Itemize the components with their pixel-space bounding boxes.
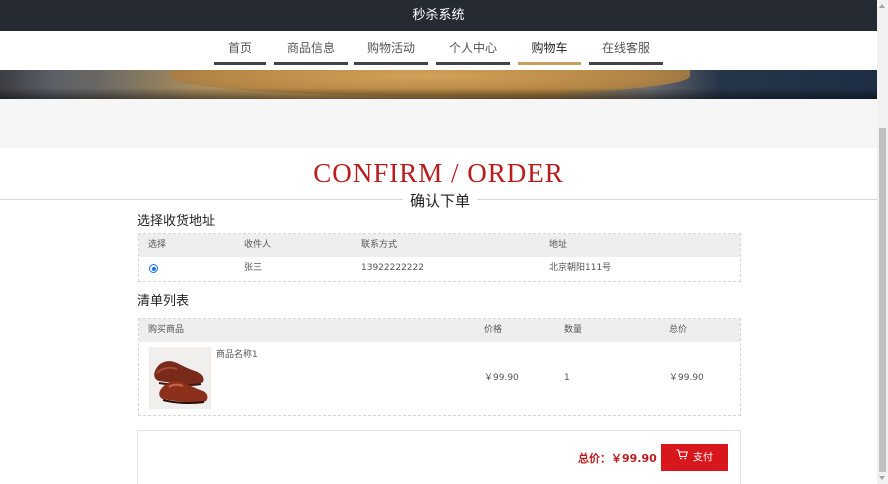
item-name: 商品名称1 (216, 350, 258, 360)
items-section-title: 清单列表 (137, 294, 190, 309)
total-price: 总价：￥99.90 (578, 450, 657, 466)
nav-item-home[interactable]: 首页 (214, 31, 266, 65)
nav-item-label: 个人中心 (448, 41, 497, 55)
pay-button-label: 支付 (693, 452, 713, 464)
top-title-bar: 秒杀系统 (0, 0, 877, 31)
site-title: 秒杀系统 (412, 8, 465, 23)
scroll-up-arrow-icon[interactable] (879, 4, 885, 8)
address-section-title: 选择收货地址 (137, 214, 216, 229)
col-total: 总价 (669, 325, 688, 335)
items-table: 购买商品 价格 数量 总价 商品名称1 ￥99.90 1 ￥99.90 (138, 318, 741, 416)
total-price-value: ￥99.90 (611, 452, 657, 465)
pay-button[interactable]: 支付 (661, 444, 728, 471)
recipient-address: 北京朝阳111号 (549, 263, 612, 273)
nav-item-customer-service[interactable]: 在线客服 (589, 31, 663, 65)
nav-underline (589, 62, 663, 65)
scroll-down-arrow-icon[interactable] (879, 476, 885, 480)
recipient-name: 张三 (244, 263, 263, 273)
nav-item-label: 商品信息 (286, 41, 335, 55)
address-table: 选择 收件人 联系方式 地址 张三 13922222222 北京朝阳111号 (138, 233, 741, 282)
nav-underline (436, 62, 510, 65)
col-quantity: 数量 (564, 325, 583, 335)
nav-underline (274, 62, 348, 65)
shoe-image[interactable] (149, 347, 211, 409)
cart-icon (676, 444, 688, 471)
page-scrollbar[interactable] (877, 0, 888, 484)
col-price: 价格 (484, 325, 503, 335)
nav-underline-active (518, 62, 581, 65)
nav-item-personal-center[interactable]: 个人中心 (436, 31, 510, 65)
banner-image (0, 70, 877, 99)
item-quantity: 1 (564, 373, 570, 383)
scrollbar-thumb[interactable] (879, 128, 886, 472)
items-table-header: 购买商品 价格 数量 总价 (139, 319, 740, 342)
hero-title: CONFIRM / ORDER (313, 158, 564, 188)
checkout-box: 总价：￥99.90 支付 (137, 430, 741, 484)
item-total: ￥99.90 (669, 373, 704, 383)
nav-item-label: 购物活动 (366, 41, 415, 55)
main-nav: 首页 商品信息 购物活动 个人中心 购物车 在线客服 (0, 31, 877, 70)
nav-item-products[interactable]: 商品信息 (274, 31, 348, 65)
recipient-phone: 13922222222 (361, 263, 424, 273)
col-phone: 联系方式 (361, 240, 398, 250)
total-price-label: 总价： (578, 452, 611, 465)
item-price: ￥99.90 (484, 373, 519, 383)
address-row[interactable]: 张三 13922222222 北京朝阳111号 (139, 257, 740, 281)
nav-item-label: 在线客服 (601, 41, 650, 55)
address-table-header: 选择 收件人 联系方式 地址 (139, 234, 740, 257)
banner-shade (0, 88, 877, 99)
col-select: 选择 (148, 240, 167, 250)
nav-item-cart[interactable]: 购物车 (518, 31, 581, 65)
nav-underline (354, 62, 428, 65)
nav-underline (214, 62, 266, 65)
col-product: 购买商品 (148, 325, 185, 335)
address-radio-selected[interactable] (149, 264, 158, 273)
nav-item-label: 首页 (227, 41, 252, 55)
col-address: 地址 (549, 240, 568, 250)
hero-subtitle: 确认下单 (403, 190, 478, 211)
nav-item-activities[interactable]: 购物活动 (354, 31, 428, 65)
col-recipient: 收件人 (244, 240, 272, 250)
item-row: 商品名称1 ￥99.90 1 ￥99.90 (139, 342, 740, 415)
nav-item-label: 购物车 (531, 41, 568, 55)
banner-gray-strip (0, 99, 877, 148)
